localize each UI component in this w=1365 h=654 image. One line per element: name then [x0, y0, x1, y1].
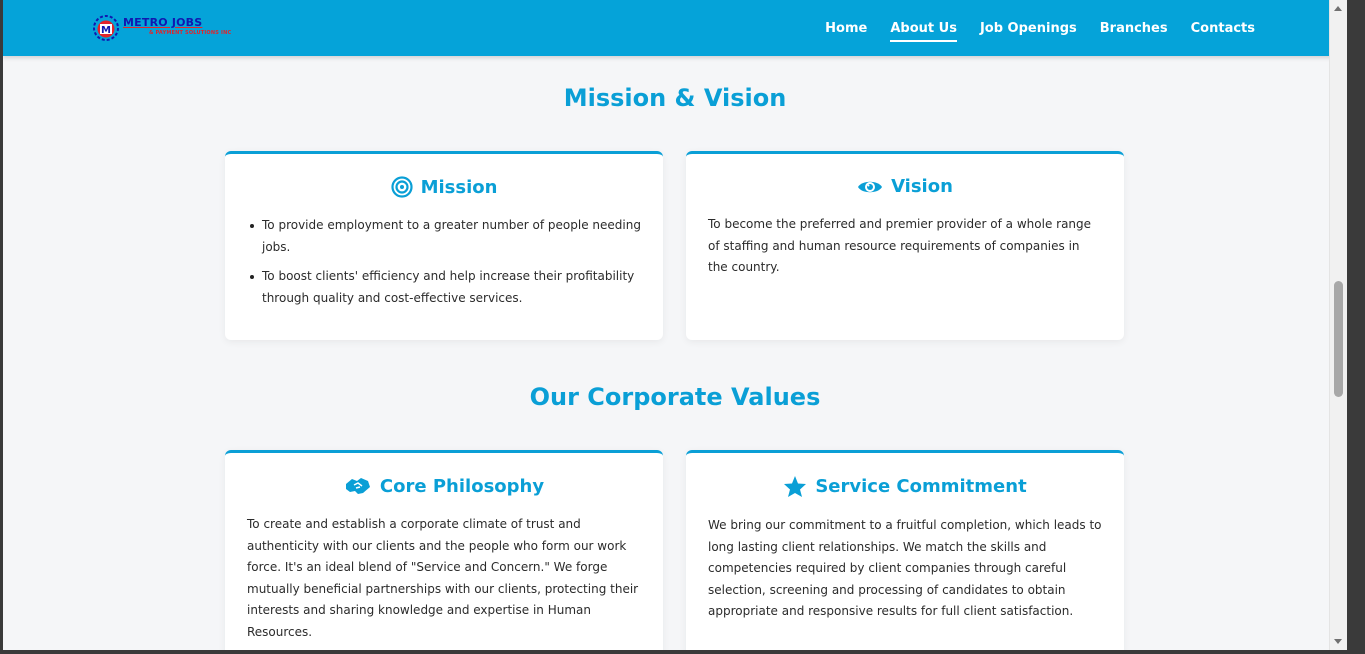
corporate-values-heading: Our Corporate Values [529, 383, 821, 411]
core-philosophy-title: Core Philosophy [379, 475, 545, 497]
service-commitment-header: Service Commitment [686, 475, 1124, 498]
handshake-icon [345, 478, 370, 494]
mission-list: To provide employment to a greater numbe… [247, 215, 641, 309]
mission-vision-heading: Mission & Vision [563, 84, 787, 112]
nav-contacts[interactable]: Contacts [1191, 18, 1255, 39]
core-philosophy-card: Core Philosophy To create and establish … [225, 450, 663, 650]
scrollbar-thumb[interactable] [1334, 281, 1343, 397]
core-philosophy-body: To create and establish a corporate clim… [247, 517, 639, 639]
brand-title: METRO JOBS [123, 16, 203, 29]
service-commitment-card: Service Commitment We bring our commitme… [686, 450, 1124, 650]
logo-badge-icon: M [93, 15, 119, 41]
core-philosophy-header: Core Philosophy [225, 475, 663, 497]
page-scrollbar[interactable] [1329, 0, 1347, 650]
nav-about-us[interactable]: About Us [890, 18, 957, 42]
vision-title: Vision [891, 176, 953, 197]
mission-card: Mission To provide employment to a great… [225, 151, 663, 340]
brand-logo[interactable]: M METRO JOBS & PAYMENT SOLUTIONS INC [87, 10, 232, 46]
vision-body: To become the preferred and premier prov… [708, 217, 1092, 274]
mission-title: Mission [420, 176, 498, 198]
bullseye-icon [390, 176, 413, 198]
vision-card: Vision To become the preferred and premi… [686, 151, 1124, 340]
vision-card-header: Vision [686, 176, 1124, 197]
service-commitment-title: Service Commitment [815, 476, 1027, 497]
window-bottom-edge [0, 650, 1365, 654]
scroll-down-arrow-icon[interactable] [1334, 639, 1342, 644]
mission-point: To provide employment to a greater numbe… [250, 215, 641, 258]
service-commitment-body: We bring our commitment to a fruitful co… [708, 518, 1102, 618]
mission-point: To boost clients' efficiency and help in… [250, 266, 641, 309]
nav-branches[interactable]: Branches [1100, 18, 1168, 39]
page-viewport: M METRO JOBS & PAYMENT SOLUTIONS INC Hom… [3, 0, 1347, 650]
eye-icon [858, 181, 883, 192]
mission-body: To provide employment to a greater numbe… [225, 215, 663, 309]
navbar: M METRO JOBS & PAYMENT SOLUTIONS INC Hom… [3, 0, 1347, 56]
brand-subtitle: & PAYMENT SOLUTIONS INC [149, 30, 232, 36]
nav-job-openings[interactable]: Job Openings [980, 18, 1077, 39]
logo-badge-letter: M [101, 25, 111, 36]
main-nav: Home About Us Job Openings Branches Cont… [802, 0, 1255, 56]
mission-card-header: Mission [225, 176, 663, 198]
scroll-up-arrow-icon[interactable] [1334, 6, 1342, 11]
star-icon [784, 476, 807, 497]
nav-home[interactable]: Home [825, 18, 867, 39]
